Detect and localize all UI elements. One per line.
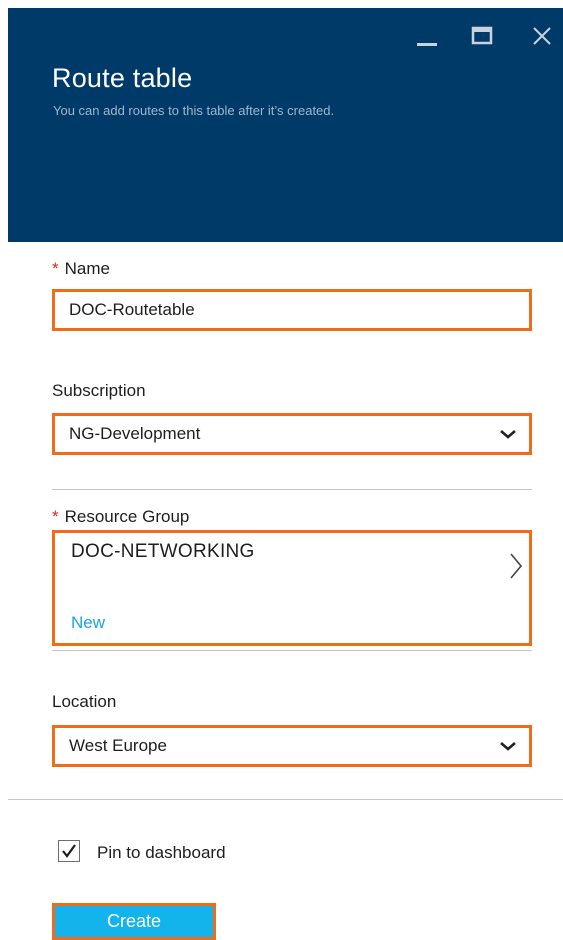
resource-group-label-text: Resource Group (64, 507, 190, 526)
chevron-right-icon (510, 553, 523, 579)
page-subtitle: You can add routes to this table after i… (53, 103, 335, 118)
chevron-down-icon (500, 430, 516, 439)
subscription-value: NG-Development (69, 424, 201, 443)
location-select[interactable]: West Europe (52, 725, 532, 767)
maximize-icon (471, 26, 493, 45)
maximize-button[interactable] (468, 22, 496, 50)
resource-group-picker[interactable]: DOC-NETWORKING New (52, 530, 532, 646)
close-icon (533, 27, 551, 45)
required-marker: * (52, 259, 59, 278)
required-marker: * (52, 507, 59, 526)
name-label-text: Name (64, 259, 110, 278)
blade-header: Route table You can add routes to this t… (8, 8, 563, 242)
subscription-select[interactable]: NG-Development (52, 413, 532, 455)
minimize-icon (417, 43, 437, 46)
resource-group-value: DOC-NETWORKING (71, 541, 255, 562)
close-button[interactable] (528, 22, 556, 50)
name-field-value: DOC-Routetable (69, 300, 195, 319)
divider (52, 489, 532, 490)
create-button[interactable]: Create (52, 903, 216, 940)
location-label: Location (52, 692, 117, 711)
checkmark-icon (62, 844, 76, 858)
divider (52, 650, 532, 651)
subscription-label: Subscription (52, 381, 146, 400)
chevron-down-icon (500, 742, 516, 751)
minimize-button[interactable] (413, 22, 441, 50)
pin-to-dashboard-label[interactable]: Pin to dashboard (97, 843, 226, 863)
location-value: West Europe (69, 736, 167, 755)
divider (8, 799, 563, 800)
page-title: Route table (52, 63, 193, 93)
pin-to-dashboard-checkbox[interactable] (58, 840, 80, 862)
resource-group-label: * Resource Group (52, 507, 189, 527)
new-resource-group-link[interactable]: New (71, 613, 105, 633)
name-field[interactable]: DOC-Routetable (52, 289, 532, 331)
name-label: * Name (52, 259, 110, 279)
